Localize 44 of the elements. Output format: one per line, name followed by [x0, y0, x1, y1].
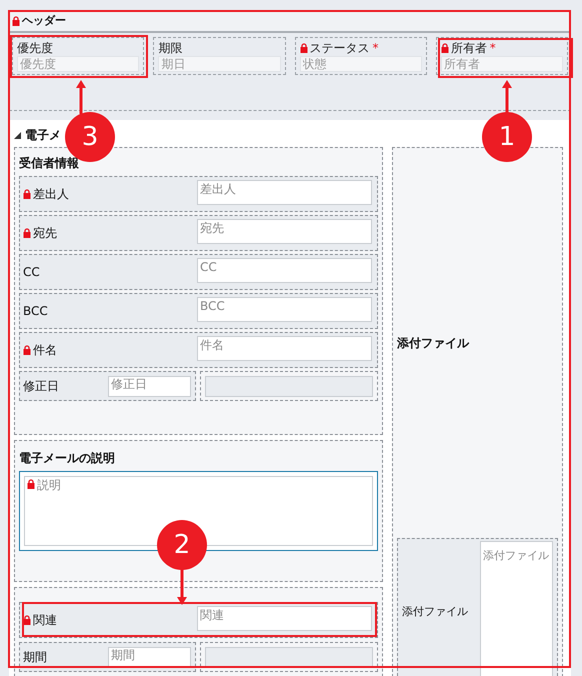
lock-icon [300, 42, 308, 52]
required-mark: * [490, 42, 496, 54]
section-title: 電子メ [25, 127, 61, 144]
section-title: 電子メールの説明 [19, 450, 116, 467]
lock-icon [23, 615, 31, 625]
input-field[interactable]: 関連 [197, 606, 372, 631]
input-field[interactable]: 期日 [158, 56, 280, 72]
lock-icon [23, 228, 31, 238]
lock-icon [23, 189, 31, 199]
input-field[interactable]: 添付ファイル [480, 541, 553, 676]
field-label: BCC [23, 303, 48, 320]
field-label: CC [23, 264, 40, 281]
lock-icon [440, 42, 449, 52]
input-field[interactable]: 所有者 [440, 56, 563, 72]
field-label: 期限 [158, 42, 182, 54]
arrow [177, 569, 187, 605]
input-field[interactable]: 期間 [108, 646, 191, 668]
field-label: 件名 [33, 342, 57, 359]
input-field[interactable]: 宛先 [197, 219, 372, 244]
section-title: ヘッダー [22, 12, 66, 29]
field-label: 添付ファイル [402, 604, 468, 620]
arrow [76, 80, 86, 114]
field-label: ステータス [310, 42, 370, 54]
required-mark: * [372, 42, 378, 54]
input-field[interactable]: 優先度 [17, 56, 140, 72]
field-label: 差出人 [33, 186, 69, 203]
input-field[interactable]: 件名 [197, 336, 372, 361]
input-field[interactable]: 修正日 [108, 376, 191, 396]
field-label: 宛先 [33, 225, 57, 242]
arrow [502, 80, 512, 114]
field-label: 期間 [23, 649, 47, 666]
field-label: 修正日 [23, 378, 59, 395]
lock-icon [12, 16, 20, 26]
section-title: 添付ファイル [397, 335, 469, 352]
input-field[interactable]: 差出人 [197, 180, 372, 205]
field-label: 優先度 [17, 42, 53, 54]
placeholder-text: 説明 [37, 479, 61, 491]
lock-icon [27, 479, 35, 489]
field-label: 所有者 [450, 42, 487, 54]
field-label: 関連 [33, 612, 57, 629]
input-field[interactable]: CC [197, 258, 372, 283]
input-field[interactable]: BCC [197, 297, 372, 322]
input-field[interactable]: 状態 [300, 56, 422, 72]
lock-icon [23, 345, 31, 355]
